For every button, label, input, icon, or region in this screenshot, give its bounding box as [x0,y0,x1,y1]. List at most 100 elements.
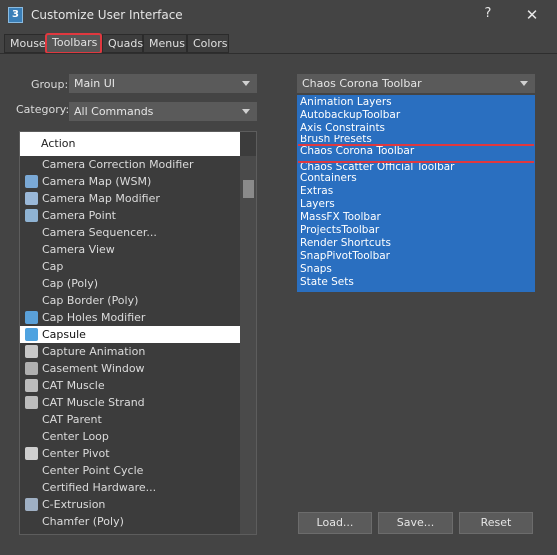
category-label: Category: [16,103,70,116]
action-row[interactable]: Capsule [20,326,240,343]
action-row-label: Camera Sequencer... [42,226,157,239]
action-row[interactable]: Center Point Cycle [20,462,240,479]
action-row-label: Cap Holes Modifier [42,311,146,324]
save-button[interactable]: Save... [378,512,453,534]
action-row-label: Camera Map Modifier [42,192,160,205]
casement-window-icon [25,362,38,375]
tab-mouse[interactable]: Mouse [4,34,47,53]
action-row[interactable]: Cap Border (Poly) [20,292,240,309]
action-row[interactable]: Cap Holes Modifier [20,309,240,326]
action-row[interactable]: Center Loop [20,428,240,445]
action-list[interactable]: Action Camera Correction Modifier Camera … [19,131,257,535]
action-row[interactable]: Camera Sequencer... [20,224,240,241]
action-row[interactable]: CAT Muscle [20,377,240,394]
chevron-down-icon [520,81,528,86]
toolbar-option[interactable]: SnapPivotToolbar [298,250,534,263]
action-rows: Camera Correction Modifier Camera Map (WS… [20,156,240,530]
action-row[interactable]: Camera Point [20,207,240,224]
action-row[interactable]: Chamfer (Poly) [20,513,240,530]
reset-button[interactable]: Reset [459,512,533,534]
action-row-label: Camera Point [42,209,116,222]
c-extrusion-icon [25,498,38,511]
cap-holes-modifier-icon [25,311,38,324]
window-title: Customize User Interface [31,8,183,22]
scrollbar-thumb[interactable] [243,180,254,198]
action-row[interactable]: Cap (Poly) [20,275,240,292]
action-row[interactable]: Camera Map (WSM) [20,173,240,190]
center-pivot-icon [25,447,38,460]
action-row-label: Camera Correction Modifier [42,158,194,171]
group-dropdown[interactable]: Main UI [69,74,257,93]
action-row-label: Cap Border (Poly) [42,294,139,307]
toolbar-option[interactable]: Containers [298,172,534,185]
toolbar-option[interactable]: Snaps [298,263,534,276]
group-dropdown-value: Main UI [74,77,116,90]
action-row-label: Cap [42,260,64,273]
action-row[interactable]: CAT Parent [20,411,240,428]
toolbar-dropdown-list[interactable]: Animation Layers AutobackupToolbar Axis Co… [297,95,535,292]
cat-muscle-icon [25,379,38,392]
action-column-header[interactable]: Action [20,132,240,156]
action-row[interactable]: Capture Animation [20,343,240,360]
help-button[interactable]: ? [480,6,496,24]
toolbar-option[interactable]: ProjectsToolbar [298,224,534,237]
camera-point-icon [25,209,38,222]
tab-toolbars[interactable]: Toolbars [45,33,102,54]
action-row-label: Casement Window [42,362,145,375]
action-row[interactable]: C-Extrusion [20,496,240,513]
chevron-down-icon [242,81,250,86]
action-row[interactable]: CAT Muscle Strand [20,394,240,411]
capture-animation-icon [25,345,38,358]
action-row-label: Camera Map (WSM) [42,175,152,188]
title-bar: 3 Customize User Interface ? ✕ [0,0,557,31]
action-row[interactable]: Camera Map Modifier [20,190,240,207]
action-list-scrollbar[interactable] [240,156,256,534]
action-row[interactable]: Center Pivot [20,445,240,462]
action-row-label: Center Pivot [42,447,110,460]
toolbar-option[interactable]: Animation Layers [298,96,534,109]
close-button[interactable]: ✕ [522,5,542,25]
action-row-label: CAT Parent [42,413,102,426]
category-dropdown[interactable]: All Commands [69,102,257,121]
toolbar-option[interactable]: Chaos Corona Toolbar [298,144,534,163]
toolbar-option[interactable]: Extras [298,185,534,198]
toolbar-option[interactable]: Chaos Scatter Official Toolbar [298,163,534,172]
action-row[interactable]: Cap [20,258,240,275]
cat-muscle-strand-icon [25,396,38,409]
tab-menus[interactable]: Menus [143,34,187,53]
action-row-label: Chamfer (Poly) [42,515,124,528]
capsule-icon [25,328,38,341]
toolbar-dropdown-value: Chaos Corona Toolbar [302,77,422,90]
load-button[interactable]: Load... [298,512,372,534]
toolbar-dropdown[interactable]: Chaos Corona Toolbar [297,74,535,93]
action-row-label: Camera View [42,243,115,256]
action-row[interactable]: Certified Hardware... [20,479,240,496]
toolbar-option[interactable]: Layers [298,198,534,211]
tab-divider [0,53,557,54]
toolbar-option[interactable]: Render Shortcuts [298,237,534,250]
camera-map-modifier-icon [25,192,38,205]
camera-map-wsm-icon [25,175,38,188]
tab-quads[interactable]: Quads [102,34,143,53]
action-row[interactable]: Camera Correction Modifier [20,156,240,173]
action-row-label: Cap (Poly) [42,277,99,290]
action-row-label: Capsule [42,328,86,341]
toolbar-option[interactable]: Brush Presets [298,135,534,144]
toolbar-option[interactable]: Axis Constraints [298,122,534,135]
toolbar-option[interactable]: State Sets [298,276,534,289]
action-row-label: Center Loop [42,430,109,443]
tab-colors[interactable]: Colors [187,34,229,53]
action-row-label: C-Extrusion [42,498,106,511]
action-row-label: CAT Muscle [42,379,105,392]
action-row-label: Center Point Cycle [42,464,144,477]
app-icon: 3 [8,7,23,23]
action-row-label: Certified Hardware... [42,481,157,494]
group-label: Group: [31,78,69,91]
toolbar-option[interactable]: AutobackupToolbar [298,109,534,122]
action-row-label: Capture Animation [42,345,146,358]
action-row-label: CAT Muscle Strand [42,396,145,409]
chevron-down-icon [242,109,250,114]
toolbar-option[interactable]: MassFX Toolbar [298,211,534,224]
action-row[interactable]: Camera View [20,241,240,258]
action-row[interactable]: Casement Window [20,360,240,377]
